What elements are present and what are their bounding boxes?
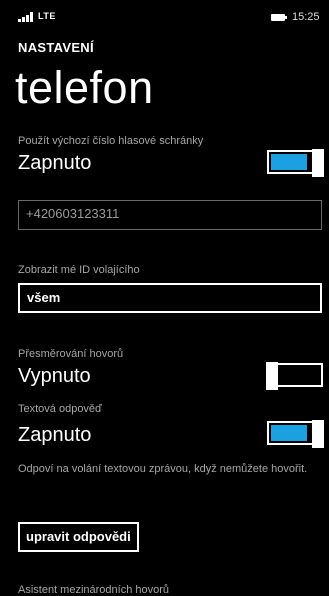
- page-title: telefon: [15, 62, 154, 113]
- network-type: LTE: [38, 11, 56, 21]
- voicemail-label: Použít výchozí číslo hlasové schránky: [18, 135, 204, 147]
- toggle-fill: [271, 425, 307, 441]
- text-reply-label: Textová odpověď: [18, 403, 102, 415]
- toggle-knob: [312, 149, 324, 177]
- app-title: NASTAVENÍ: [18, 40, 94, 55]
- text-reply-toggle[interactable]: [267, 420, 324, 448]
- clock: 15:25: [292, 11, 320, 23]
- caller-id-select[interactable]: všem: [18, 283, 322, 313]
- forwarding-state: Vypnuto: [18, 365, 91, 387]
- intl-assist-label: Asistent mezinárodních hovorů: [18, 584, 170, 596]
- toggle-knob: [312, 420, 324, 448]
- voicemail-number-field[interactable]: +420603123311: [18, 200, 322, 230]
- text-reply-state: Zapnuto: [18, 424, 92, 446]
- caller-id-label: Zobrazit mé ID volajícího: [18, 264, 140, 276]
- status-bar: LTE 15:25: [0, 0, 329, 38]
- text-reply-description: Odpoví na volání textovou zprávou, když …: [18, 463, 308, 475]
- edit-replies-button[interactable]: upravit odpovědi: [18, 522, 139, 552]
- signal-strength-icon: [18, 12, 34, 22]
- forwarding-label: Přesměrování hovorů: [18, 348, 124, 360]
- toggle-knob: [266, 362, 278, 390]
- voicemail-state: Zapnuto: [18, 152, 92, 174]
- toggle-fill: [271, 154, 307, 170]
- voicemail-toggle[interactable]: [267, 149, 324, 177]
- forwarding-toggle[interactable]: [266, 362, 323, 390]
- battery-icon: [271, 14, 287, 21]
